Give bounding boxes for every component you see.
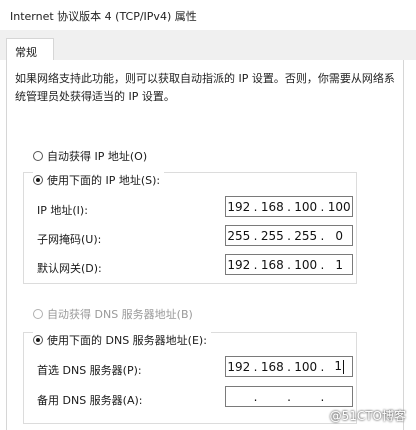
- octet: 100: [327, 199, 351, 214]
- octet: 192: [227, 199, 251, 214]
- general-panel: 如果网络支持此功能，则可以获取自动指派的 IP 设置。否则，你需要从网络系统管理…: [6, 60, 404, 430]
- alternate-dns-input[interactable]: . . .: [225, 386, 353, 407]
- auto-dns-option[interactable]: 自动获得 DNS 服务器地址(B): [33, 306, 193, 322]
- auto-dns-radio[interactable]: [33, 309, 43, 319]
- octet: 1: [335, 257, 344, 272]
- octet: 168: [260, 257, 284, 272]
- dot: .: [253, 257, 258, 272]
- default-gateway-label: 默认网关(D):: [37, 262, 102, 275]
- auto-dns-label: 自动获得 DNS 服务器地址(B): [47, 308, 193, 321]
- octet: 255: [294, 228, 318, 243]
- dot: .: [253, 228, 258, 243]
- window-title: Internet 协议版本 4 (TCP/IPv4) 属性: [10, 10, 197, 23]
- dot: .: [287, 257, 291, 272]
- preferred-dns-input[interactable]: 192. 168. 100. 1: [225, 356, 353, 377]
- tab-general[interactable]: 常规: [6, 38, 54, 61]
- octet: 100: [294, 199, 318, 214]
- dot: .: [253, 359, 258, 374]
- octet: 168: [260, 359, 284, 374]
- manual-ip-option[interactable]: 使用下面的 IP 地址(S):: [33, 172, 165, 188]
- octet: 168: [260, 199, 284, 214]
- ip-address-label: IP 地址(I):: [37, 204, 88, 217]
- tab-strip: 常规: [0, 30, 416, 61]
- dot: .: [287, 199, 291, 214]
- manual-dns-label: 使用下面的 DNS 服务器地址(E):: [47, 334, 207, 347]
- auto-ip-label: 自动获得 IP 地址(O): [47, 150, 148, 163]
- octet: 255: [227, 228, 251, 243]
- subnet-mask-label: 子网掩码(U):: [37, 233, 102, 246]
- dot: .: [253, 199, 258, 214]
- dot: .: [287, 389, 291, 404]
- manual-ip-label: 使用下面的 IP 地址(S):: [47, 174, 161, 187]
- octet: 192: [227, 359, 251, 374]
- octet: 0: [335, 228, 344, 243]
- ip-address-input[interactable]: 192. 168. 100. 100: [225, 196, 353, 217]
- dot: .: [287, 359, 291, 374]
- manual-ip-radio[interactable]: [33, 175, 43, 185]
- manual-dns-option[interactable]: 使用下面的 DNS 服务器地址(E):: [33, 332, 211, 348]
- dot: .: [320, 389, 325, 404]
- octet: 100: [294, 257, 318, 272]
- auto-ip-option[interactable]: 自动获得 IP 地址(O): [33, 148, 147, 164]
- dot: .: [287, 228, 291, 243]
- subnet-mask-input[interactable]: 255. 255. 255. 0: [225, 225, 353, 246]
- octet-value: 1: [334, 359, 343, 374]
- dot: .: [320, 359, 325, 374]
- manual-dns-radio[interactable]: [33, 335, 43, 345]
- preferred-dns-label: 首选 DNS 服务器(P):: [37, 364, 142, 377]
- auto-ip-radio[interactable]: [33, 151, 43, 161]
- alternate-dns-label: 备用 DNS 服务器(A):: [37, 394, 143, 407]
- octet: 1: [326, 359, 352, 374]
- text-caret: [343, 359, 345, 374]
- dot: .: [320, 257, 325, 272]
- dot: .: [320, 228, 325, 243]
- dot: .: [320, 199, 325, 214]
- title-bar: Internet 协议版本 4 (TCP/IPv4) 属性: [0, 0, 416, 30]
- watermark: @51CTO博客: [329, 409, 406, 423]
- octet: 255: [260, 228, 284, 243]
- description-text: 如果网络支持此功能，则可以获取自动指派的 IP 设置。否则，你需要从网络系统管理…: [15, 72, 395, 103]
- octet: 100: [294, 359, 318, 374]
- default-gateway-input[interactable]: 192. 168. 100. 1: [225, 254, 353, 275]
- octet: 192: [227, 257, 251, 272]
- dot: .: [253, 389, 258, 404]
